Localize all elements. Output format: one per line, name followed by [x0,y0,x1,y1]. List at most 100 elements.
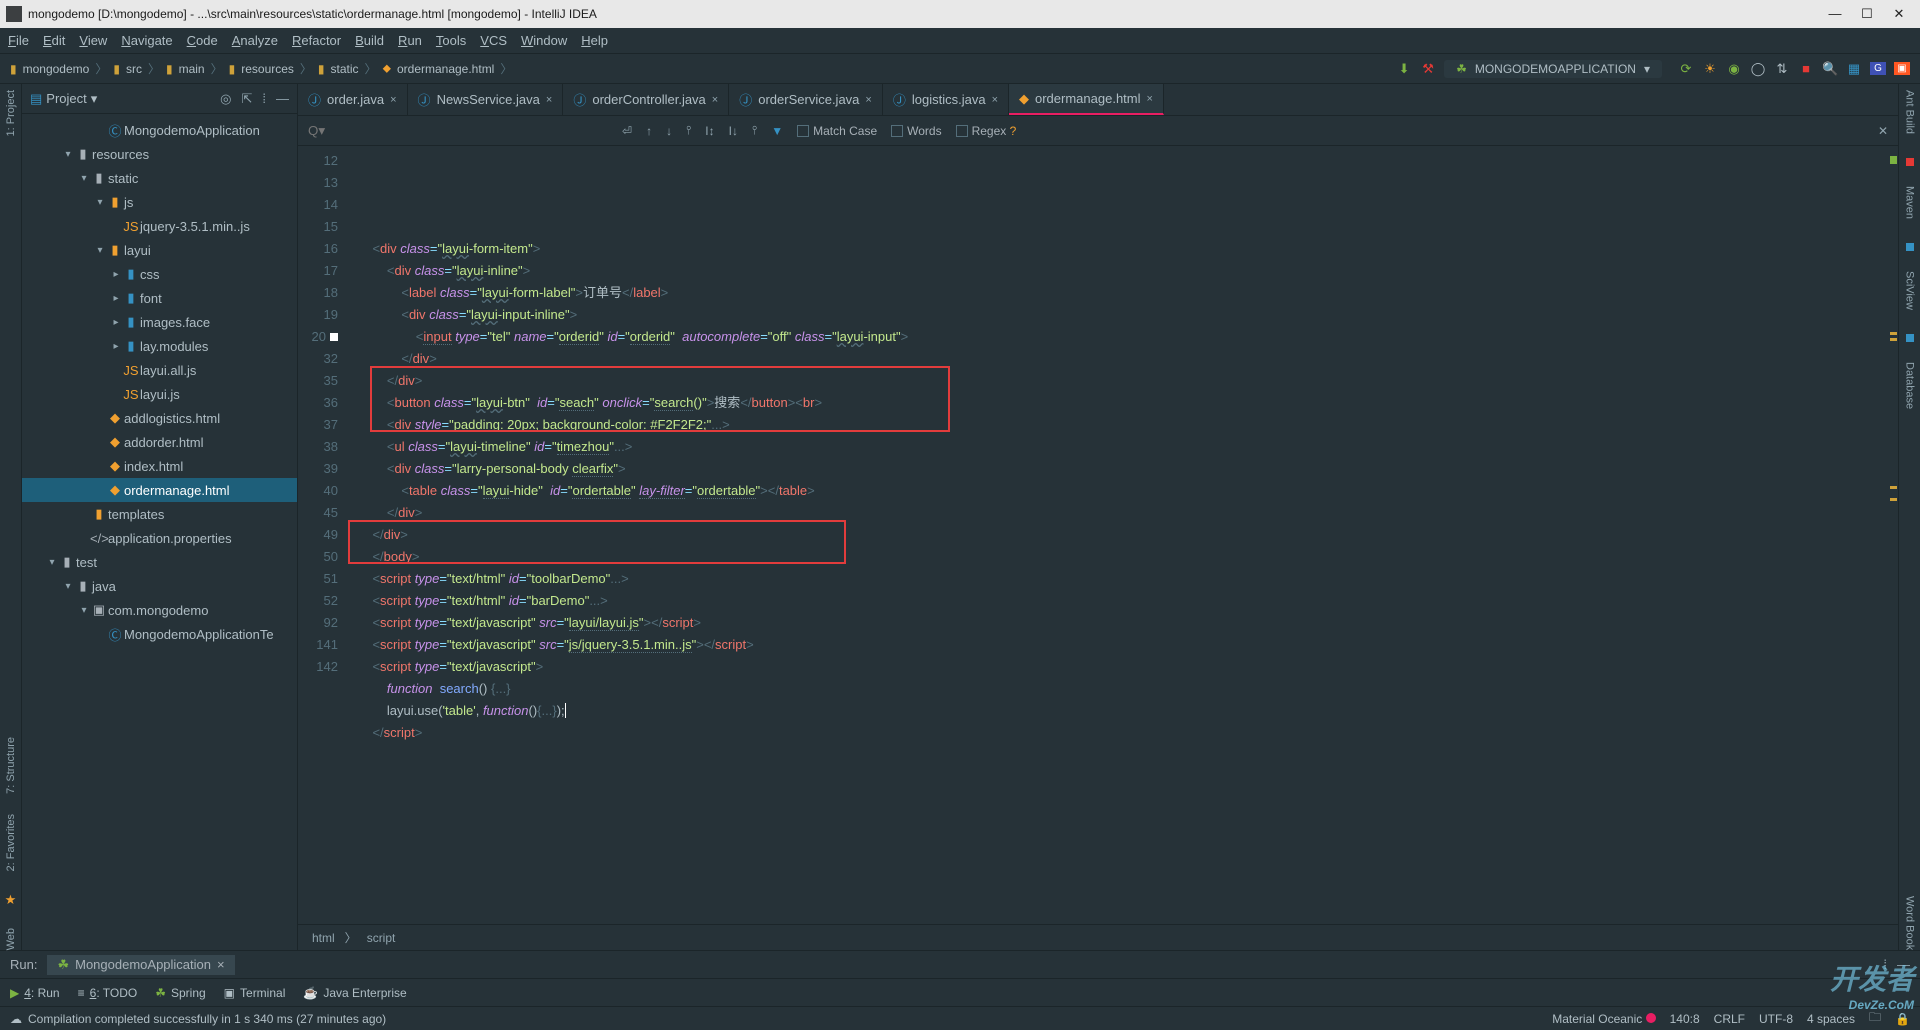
hide-icon[interactable]: — [276,91,289,107]
minimize-button[interactable]: — [1828,6,1842,22]
error-stripe[interactable] [1888,146,1898,924]
editor-tab[interactable]: ⒿorderService.java× [729,84,883,115]
menu-analyze[interactable]: Analyze [232,33,278,48]
editor-tab[interactable]: Ⓙorder.java× [298,84,408,115]
tool-maven[interactable]: Maven [1904,186,1916,219]
close-icon[interactable]: × [217,957,225,972]
maximize-button[interactable]: ☐ [1860,6,1874,22]
tree-item[interactable]: ▾▮test [22,550,297,574]
tree-item[interactable]: </>application.properties [22,526,297,550]
bottom-tool[interactable]: ≡6: TODO [78,986,138,1000]
next-match-icon[interactable]: ↓ [666,124,672,138]
menu-help[interactable]: Help [581,33,608,48]
tree-item[interactable]: ▸▮css [22,262,297,286]
menu-tools[interactable]: Tools [436,33,466,48]
regex-checkbox[interactable]: Regex ? [956,124,1017,138]
bottom-tool[interactable]: ☘Spring [155,986,205,1000]
filter2-icon[interactable]: I↕ [705,124,714,138]
close-tab-icon[interactable]: × [712,94,718,106]
filter4-icon[interactable]: ⫯ [752,123,757,138]
close-button[interactable]: ✕ [1892,6,1906,22]
menu-window[interactable]: Window [521,33,567,48]
find-input[interactable] [308,123,428,138]
hammer-icon[interactable]: ⚒ [1420,61,1436,77]
inspections-icon[interactable]: 🗀 [1869,1008,1881,1029]
words-checkbox[interactable]: Words [891,124,941,138]
breadcrumb-item[interactable]: static [331,62,359,76]
editor-breadcrumb[interactable]: html〉script [298,924,1898,950]
breadcrumb-item[interactable]: resources [241,62,294,76]
tool-wordbook[interactable]: Word Book [1904,896,1916,950]
theme-label[interactable]: Material Oceanic [1552,1012,1655,1026]
coverage-icon[interactable]: ◉ [1726,61,1742,77]
tree-item[interactable]: JSlayui.js [22,382,297,406]
build-icon[interactable]: ⬇ [1396,61,1412,77]
match-case-checkbox[interactable]: Match Case [797,124,877,138]
tree-item[interactable]: ▾▮resources [22,142,297,166]
tool-favorites[interactable]: 2: Favorites [5,814,17,871]
close-tab-icon[interactable]: × [390,94,396,106]
tool-ant[interactable]: Ant Build [1904,90,1916,134]
menu-navigate[interactable]: Navigate [121,33,172,48]
grid-icon[interactable]: ▦ [1846,61,1862,77]
editor-tab[interactable]: ◆ordermanage.html× [1009,84,1164,115]
tree-item[interactable]: ⒸMongodemoApplication [22,118,297,142]
project-view-button[interactable]: ▤ Project ▾ [30,91,97,107]
rerun-icon[interactable]: ⟳ [1678,61,1694,77]
funnel-icon[interactable]: ▼ [771,124,783,138]
project-tree[interactable]: ⒸMongodemoApplication▾▮resources▾▮static… [22,114,297,950]
bottom-tool[interactable]: ▶4: Run [10,986,60,1000]
editor-tab[interactable]: Ⓙlogistics.java× [883,84,1009,115]
menu-view[interactable]: View [79,33,107,48]
plugin1-icon[interactable]: G [1870,62,1886,75]
tree-item[interactable]: ⒸMongodemoApplicationTe [22,622,297,646]
tree-item[interactable]: ▾▮java [22,574,297,598]
stop-icon[interactable]: ■ [1798,61,1814,76]
close-find-icon[interactable]: ✕ [1878,124,1888,138]
attach-icon[interactable]: ⇅ [1774,61,1790,77]
menu-build[interactable]: Build [355,33,384,48]
tree-item[interactable]: ▸▮images.face [22,310,297,334]
enter-icon[interactable]: ⏎ [622,124,632,138]
cursor-position[interactable]: 140:8 [1670,1012,1700,1026]
bottom-tool[interactable]: ☕Java Enterprise [303,986,406,1000]
tool-structure[interactable]: 7: Structure [5,737,17,794]
line-separator[interactable]: CRLF [1714,1012,1745,1026]
run-tab[interactable]: ☘ MongodemoApplication × [47,955,234,975]
more-icon[interactable]: ⁞ [1883,957,1887,972]
menu-vcs[interactable]: VCS [480,33,507,48]
plugin2-icon[interactable]: ▣ [1894,62,1910,75]
close-tab-icon[interactable]: × [992,94,998,106]
close-tab-icon[interactable]: × [865,94,871,106]
target-icon[interactable]: ◎ [220,91,231,107]
bottom-tool[interactable]: ▣Terminal [224,986,286,1000]
tree-item[interactable]: ◆addlogistics.html [22,406,297,430]
collapse-icon[interactable]: ⇱ [241,91,252,107]
tool-sciview[interactable]: SciView [1904,271,1916,310]
indent[interactable]: 4 spaces [1807,1012,1855,1026]
filter3-icon[interactable]: I↓ [729,124,738,138]
menu-code[interactable]: Code [187,33,218,48]
filter1-icon[interactable]: ⫯ [686,123,691,138]
tree-item[interactable]: ▮templates [22,502,297,526]
debug-icon[interactable]: ☀ [1702,61,1718,77]
run-configuration[interactable]: ☘ MONGODEMOAPPLICATION ▾ [1444,60,1662,78]
tool-web[interactable]: Web [5,928,17,950]
tree-item[interactable]: ▾▣com.mongodemo [22,598,297,622]
prev-match-icon[interactable]: ↑ [646,124,652,138]
close-tab-icon[interactable]: × [1147,93,1153,105]
close-tab-icon[interactable]: × [546,94,552,106]
tree-item[interactable]: JSjquery-3.5.1.min..js [22,214,297,238]
tree-item[interactable]: ▾▮js [22,190,297,214]
editor-gutter[interactable]: 1213141516171819203235363738394045495051… [298,146,348,924]
tool-project[interactable]: 1: Project [5,90,17,136]
menu-refactor[interactable]: Refactor [292,33,341,48]
editor-tab[interactable]: ⒿorderController.java× [563,84,729,115]
profile-icon[interactable]: ◯ [1750,61,1766,77]
breadcrumb-item[interactable]: mongodemo [23,62,90,76]
search-everywhere-icon[interactable]: 🔍 [1822,61,1838,77]
tree-item[interactable]: ◆ordermanage.html [22,478,297,502]
encoding[interactable]: UTF-8 [1759,1012,1793,1026]
tree-item[interactable]: ◆index.html [22,454,297,478]
settings-icon[interactable]: ⁞ [262,91,266,107]
